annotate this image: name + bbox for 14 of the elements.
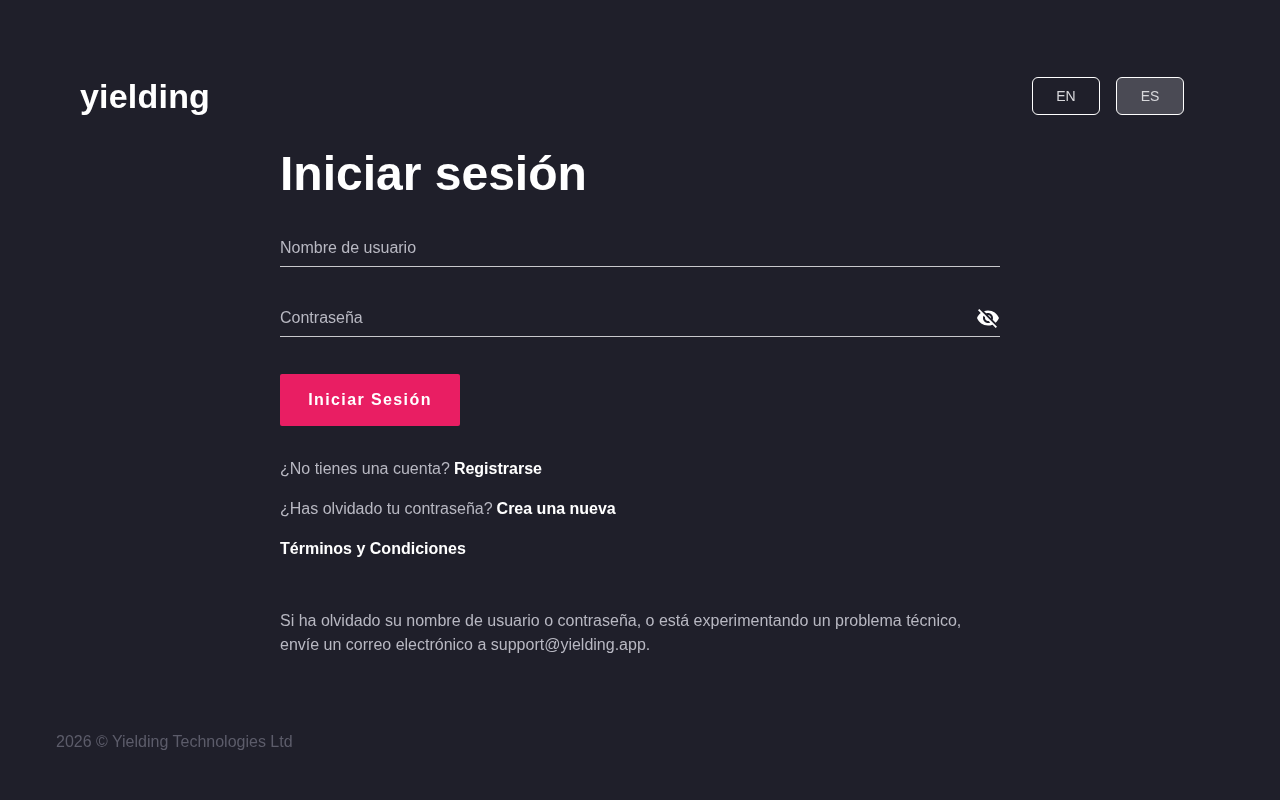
copyright-text: 2026 © Yielding Technologies Ltd xyxy=(56,733,293,750)
username-field[interactable]: Nombre de usuario xyxy=(280,230,1000,267)
prompt-text: ¿Has olvidado tu contraseña? xyxy=(280,499,493,519)
page-title: Iniciar sesión xyxy=(280,146,587,202)
language-button[interactable]: ES xyxy=(1116,77,1184,115)
eye-slash-icon[interactable] xyxy=(977,309,999,328)
language-button[interactable]: EN xyxy=(1032,77,1100,115)
text-link[interactable]: Crea una nueva xyxy=(496,498,616,520)
text-link[interactable]: Términos y Condiciones xyxy=(280,538,466,560)
logo[interactable]: yielding xyxy=(80,77,211,115)
login-button[interactable]: Iniciar Sesión xyxy=(280,374,460,426)
prompt-text: ¿No tienes una cuenta? xyxy=(280,459,450,479)
text-link[interactable]: Registrarse xyxy=(453,458,542,480)
help-text: Si ha olvidado su nombre de usuario o contraseña, o está experimentando un problema técnico, envíe un correo electrónico a support@yielding.app. xyxy=(280,611,963,655)
